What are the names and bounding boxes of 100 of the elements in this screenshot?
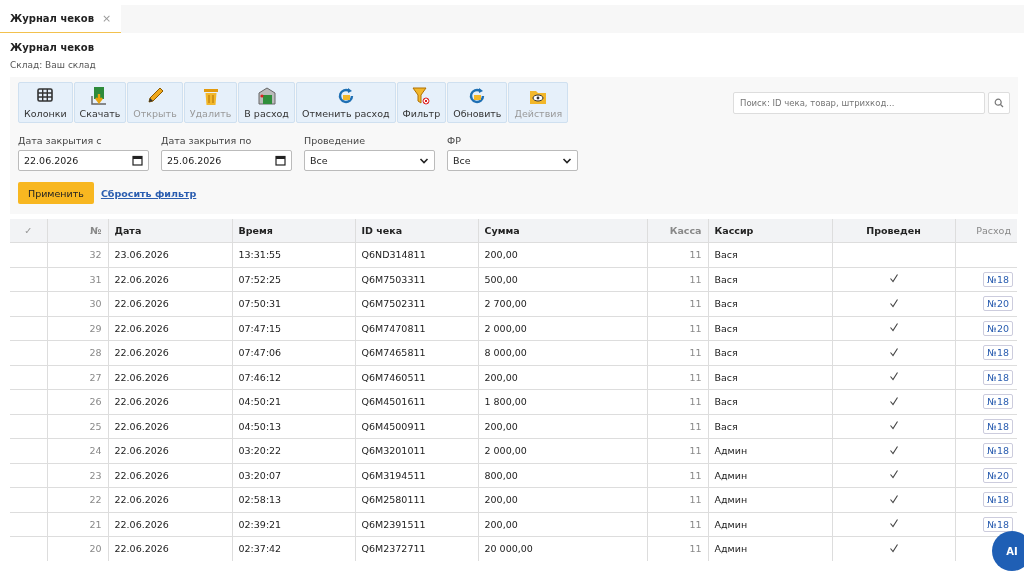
table-cell: Q6M2391511 [361, 518, 426, 530]
check-icon [888, 346, 899, 357]
table-cell: 07:50:31 [238, 298, 282, 310]
check-icon [888, 297, 899, 308]
table-cell: 11 [689, 396, 702, 408]
column-header[interactable]: Проведен [832, 219, 955, 243]
table-cell: 200,00 [484, 420, 518, 432]
table-cell: Q6ND314811 [361, 249, 426, 261]
row-number: 22 [89, 494, 102, 506]
expense-link[interactable]: №18 [983, 271, 1013, 287]
table-cell: 04:50:21 [238, 396, 282, 408]
table-cell: Вася [714, 347, 738, 359]
table-cell: 11 [689, 347, 702, 359]
table-cell: 2 000,00 [484, 445, 527, 457]
filter-label: Дата закрытия по [161, 135, 253, 146]
table-cell: 11 [689, 494, 702, 506]
row-number: 26 [89, 396, 102, 408]
expense-link[interactable]: №18 [983, 443, 1013, 459]
table-cell: Q6M4500911 [361, 420, 426, 432]
search-icon [994, 98, 1004, 108]
search-button[interactable] [988, 92, 1010, 114]
table-cell: 03:20:07 [238, 469, 282, 481]
table-cell: Q6M4501611 [361, 396, 426, 408]
select-field[interactable]: Все [447, 150, 578, 171]
row-number: 20 [89, 543, 102, 555]
row-number: 31 [89, 273, 102, 285]
check-icon [888, 444, 899, 455]
table-cell: 11 [689, 543, 702, 555]
toolbar-button[interactable]: Отменить расход [295, 82, 396, 123]
expense-link[interactable]: №18 [983, 345, 1013, 361]
select-field[interactable]: Все [304, 150, 435, 171]
check-icon [888, 322, 899, 333]
row-number: 32 [89, 249, 102, 261]
table-cell: 22.06.2026 [114, 298, 169, 310]
table-cell: 02:58:13 [238, 494, 282, 506]
expense-link[interactable]: №20 [983, 320, 1013, 336]
table-cell: Q6M3201011 [361, 445, 426, 457]
expense-link[interactable]: №18 [983, 418, 1013, 434]
table-cell: 11 [689, 445, 702, 457]
table-cell: 22.06.2026 [114, 347, 169, 359]
filter-icon [411, 86, 432, 106]
column-header[interactable]: Время [232, 219, 355, 243]
column-header[interactable]: ID чека [355, 219, 478, 243]
toolbar-button[interactable]: Скачать [73, 82, 127, 123]
calendar-icon [132, 155, 143, 166]
table-cell: Q6M2580111 [361, 494, 426, 506]
apply-button[interactable]: Применить [18, 182, 94, 204]
check-icon [888, 273, 899, 284]
expense-link[interactable]: №18 [983, 516, 1013, 532]
table-cell: 22.06.2026 [114, 322, 169, 334]
table-cell: 07:47:15 [238, 322, 282, 334]
check-icon [888, 518, 899, 529]
expense-link[interactable]: №18 [983, 369, 1013, 385]
table-cell: 8 000,00 [484, 347, 527, 359]
page-tab[interactable]: Журнал чеков × [0, 5, 122, 33]
row-number: 25 [89, 420, 102, 432]
table-cell: Q6M2372711 [361, 543, 426, 555]
toolbar-button[interactable]: Обновить [447, 82, 508, 123]
filter-label: Проведение [304, 135, 367, 146]
filter-label: ФР [447, 135, 462, 146]
column-header[interactable]: Кассир [708, 219, 832, 243]
warehouse-label: Склад: Ваш склад [10, 60, 97, 70]
toolbar-button[interactable]: Фильтр [396, 82, 447, 123]
table-cell: 200,00 [484, 249, 518, 261]
table-cell: 22.06.2026 [114, 273, 169, 285]
filter-label: Дата закрытия с [18, 135, 103, 146]
table-cell: 200,00 [484, 494, 518, 506]
reset-filter-link[interactable]: Сбросить фильтр [100, 187, 197, 199]
check-icon [888, 420, 899, 431]
table-cell: Админ [714, 445, 748, 457]
expense-link[interactable]: №18 [983, 394, 1013, 410]
table-cell: Вася [714, 249, 738, 261]
column-header[interactable]: Сумма [478, 219, 647, 243]
table-cell: Вася [714, 298, 738, 310]
toolbar-button[interactable]: Колонки [18, 82, 73, 123]
table-cell: 22.06.2026 [114, 371, 169, 383]
expense-link[interactable]: №20 [983, 467, 1013, 483]
table-cell: Q6M7503311 [361, 273, 426, 285]
row-number: 21 [89, 518, 102, 530]
search-field[interactable]: Поиск: ID чека, товар, штрихкод... [733, 92, 985, 114]
column-header[interactable]: Дата [108, 219, 232, 243]
table-cell: Вася [714, 420, 738, 432]
expense-link[interactable]: №18 [983, 492, 1013, 508]
table-cell: 2 700,00 [484, 298, 527, 310]
table-cell: 11 [689, 518, 702, 530]
expense-link[interactable]: №20 [983, 296, 1013, 312]
date-field[interactable]: 25.06.2026 [161, 150, 292, 171]
table-cell: 23.06.2026 [114, 249, 169, 261]
table-cell: 22.06.2026 [114, 518, 169, 530]
check-icon [888, 371, 899, 382]
table-cell: 03:20:22 [238, 445, 282, 457]
toolbar-button[interactable]: В расход [238, 82, 295, 123]
ai-assistant-button[interactable]: AI [992, 531, 1024, 571]
table-cell: Вася [714, 273, 738, 285]
table-cell: Q6M7460511 [361, 371, 426, 383]
date-field[interactable]: 22.06.2026 [18, 150, 149, 171]
table-cell: 07:46:12 [238, 371, 282, 383]
table-cell: 11 [689, 420, 702, 432]
page-title: Журнал чеков [10, 42, 95, 53]
table-cell: Вася [714, 396, 738, 408]
